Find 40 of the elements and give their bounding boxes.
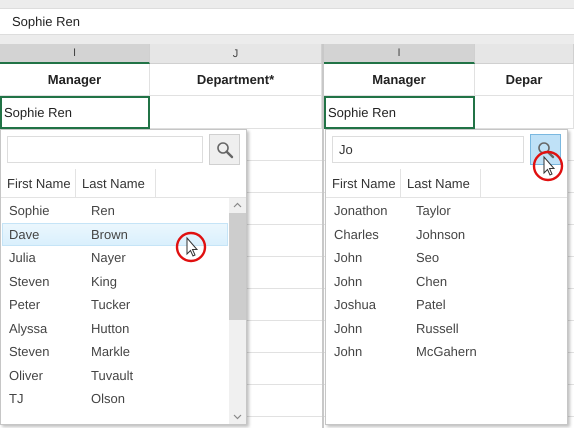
column-letter[interactable]: I [0,44,150,64]
column-letter[interactable]: I [324,44,475,64]
list-row[interactable]: John Chen [327,270,566,293]
pointer-in-circle-icon [175,230,207,262]
scrollbar[interactable] [229,198,246,424]
empty-cell[interactable] [150,96,322,129]
list-row[interactable]: Alyssa Hutton [2,316,228,340]
search-button[interactable] [209,134,240,165]
pointer-in-circle-icon [532,150,564,182]
search-icon [216,140,234,158]
list-row[interactable]: John McGahern [327,340,566,364]
list-column-header[interactable]: Last Name [76,169,156,197]
list-row[interactable]: Peter Tucker [2,293,228,316]
list-column-header[interactable]: First Name [1,169,76,197]
formula-bar[interactable]: Sophie Ren [0,8,574,35]
search-field[interactable]: Jo [332,136,524,163]
header-cell: Manager [324,64,475,96]
list-row[interactable]: Steven King [2,270,228,293]
list-row[interactable]: John Seo [327,246,566,270]
search-icon [536,140,554,158]
active-cell[interactable]: Sophie Ren [0,96,150,129]
active-cell[interactable]: Sophie Ren [324,96,475,129]
list-column-header[interactable]: Last Name [401,169,481,197]
list-row[interactable]: Charles Johnson [327,222,566,246]
search-field[interactable] [7,136,203,163]
list-row[interactable]: Dave Brown [2,222,228,246]
list-row[interactable]: Oliver Tuvault [2,364,228,387]
list-row[interactable]: Joshua Patel [327,293,566,316]
list-row[interactable]: John Russell [327,316,566,340]
empty-cell[interactable] [475,96,574,129]
column-letter[interactable]: J [150,44,322,64]
list-row[interactable]: Sophie Ren [2,199,228,222]
scrollbar-thumb[interactable] [229,213,246,320]
header-cell: Manager [0,64,150,96]
list-row[interactable]: TJ Olson [2,387,228,410]
list-row[interactable]: Jonathon Taylor [327,199,566,222]
list-column-header[interactable]: First Name [326,169,401,197]
list-row[interactable]: Steven Markle [2,340,228,364]
column-letter[interactable] [475,44,574,64]
list-row[interactable]: Julia Nayer [2,246,228,270]
